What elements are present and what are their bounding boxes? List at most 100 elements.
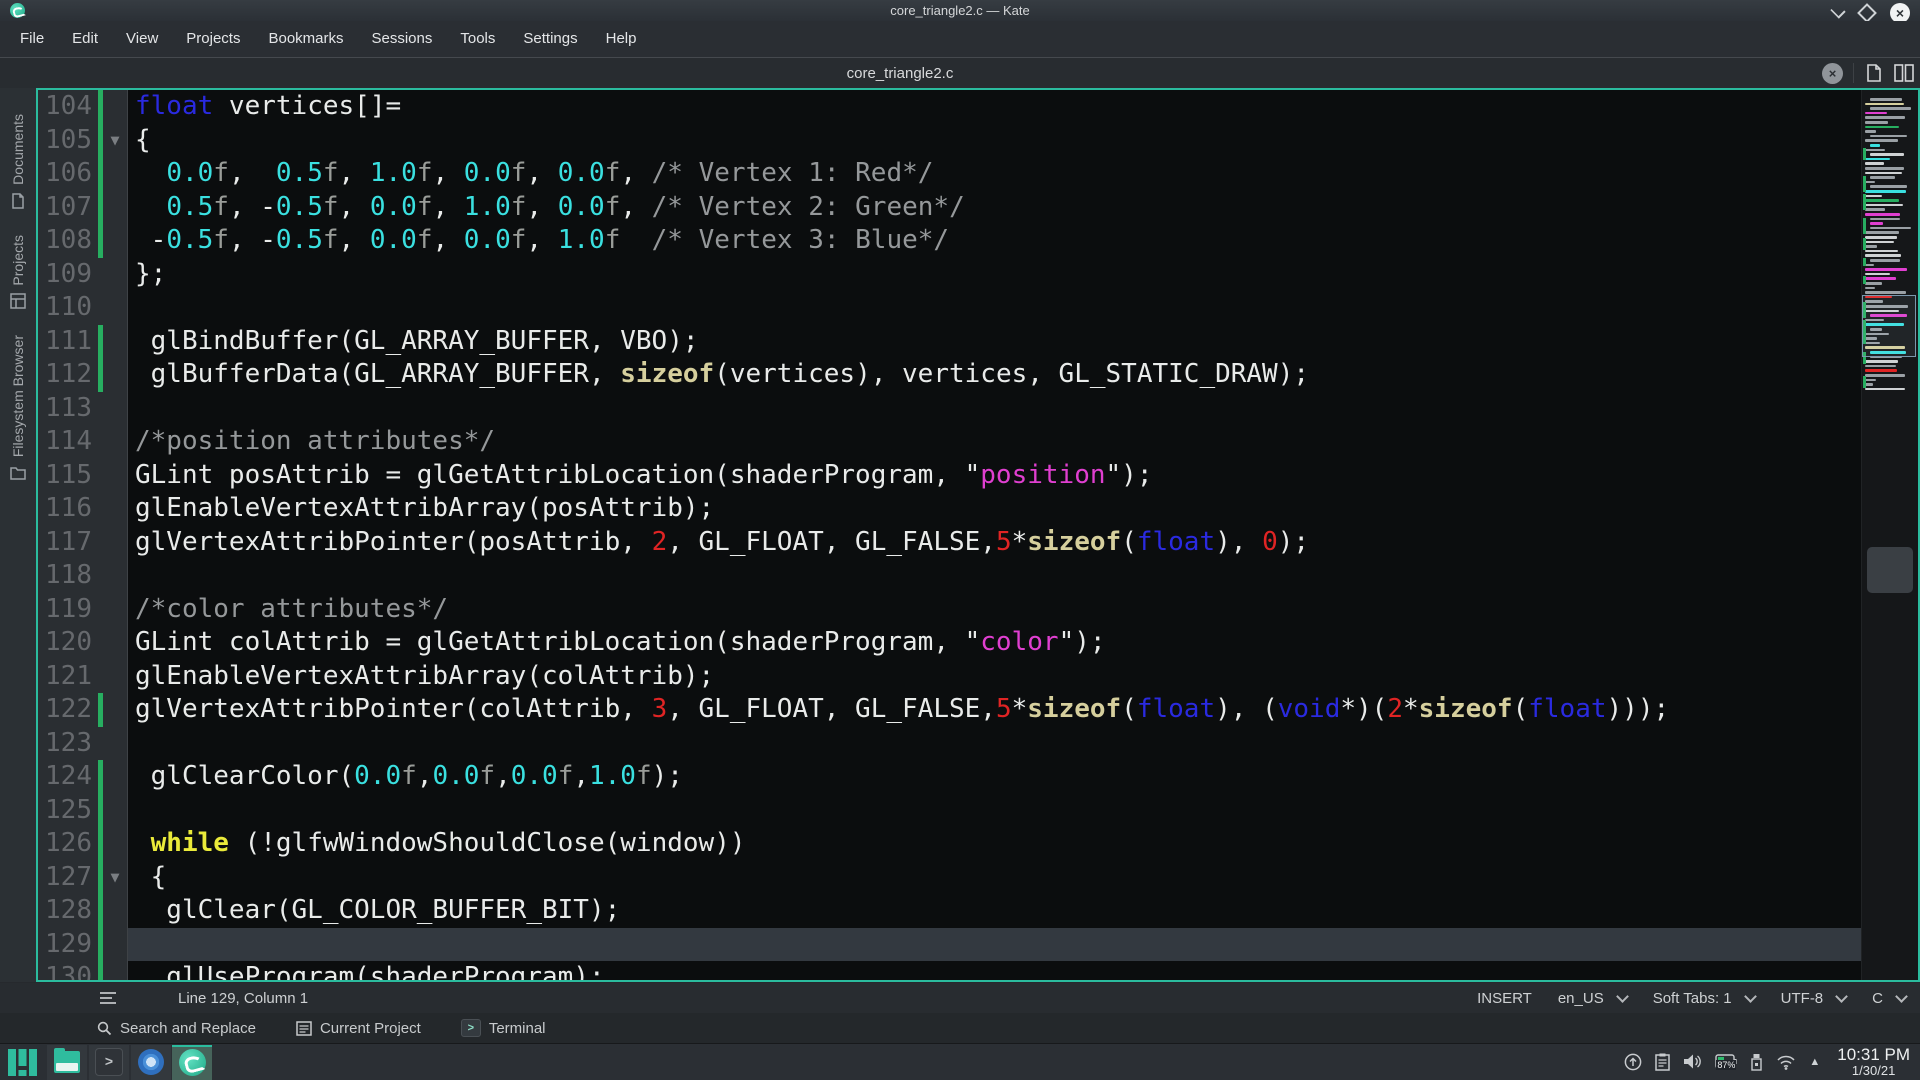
code-line[interactable]: 130 glUseProgram(shaderProgram); (38, 961, 1918, 982)
code-line[interactable]: 113 (38, 392, 1918, 426)
tray-expand-icon[interactable]: ▲ (1809, 1056, 1820, 1068)
menu-projects[interactable]: Projects (172, 21, 254, 57)
digital-clock[interactable]: 10:31 PM 1/30/21 (1837, 1046, 1910, 1077)
code-line[interactable]: 123 (38, 727, 1918, 761)
code-text[interactable]: glClear(GL_COLOR_BUFFER_BIT); (128, 894, 1918, 928)
clipboard-icon[interactable] (1655, 1053, 1670, 1071)
code-line[interactable]: 107 0.5f, -0.5f, 0.0f, 1.0f, 0.0f, /* Ve… (38, 191, 1918, 225)
code-text[interactable]: { (128, 861, 1918, 895)
code-text[interactable]: }; (128, 258, 1918, 292)
code-line[interactable]: 115GLint posAttrib = glGetAttribLocation… (38, 459, 1918, 493)
code-text[interactable]: { (128, 124, 1918, 158)
code-line[interactable]: 104float vertices[]= (38, 90, 1918, 124)
syntax-select[interactable]: C (1872, 990, 1906, 1007)
code-line[interactable]: 111 glBindBuffer(GL_ARRAY_BUFFER, VBO); (38, 325, 1918, 359)
menu-help[interactable]: Help (592, 21, 651, 57)
close-document-icon[interactable]: × (1822, 63, 1843, 84)
menu-bookmarks[interactable]: Bookmarks (254, 21, 357, 57)
code-line[interactable]: 128 glClear(GL_COLOR_BUFFER_BIT); (38, 894, 1918, 928)
code-line[interactable]: 110 (38, 291, 1918, 325)
fold-arrow-icon[interactable]: ▼ (103, 861, 127, 895)
tab-mode-select[interactable]: Soft Tabs: 1 (1653, 990, 1755, 1007)
code-line[interactable]: 109}; (38, 258, 1918, 292)
code-line[interactable]: 108 -0.5f, -0.5f, 0.0f, 0.0f, 1.0f /* Ve… (38, 224, 1918, 258)
menu-sessions[interactable]: Sessions (358, 21, 447, 57)
taskbar-chromium[interactable] (131, 1045, 171, 1080)
taskbar-terminal[interactable]: > (89, 1045, 129, 1080)
code-text[interactable] (128, 559, 1918, 593)
new-document-icon[interactable] (1864, 63, 1884, 83)
manjaro-menu-icon[interactable] (8, 1049, 38, 1076)
volume-icon[interactable] (1683, 1053, 1702, 1070)
code-line[interactable]: 116glEnableVertexAttribArray(posAttrib); (38, 492, 1918, 526)
code-text[interactable]: GLint colAttrib = glGetAttribLocation(sh… (128, 626, 1918, 660)
code-line[interactable]: 112 glBufferData(GL_ARRAY_BUFFER, sizeof… (38, 358, 1918, 392)
minimap-scrollbar[interactable] (1861, 90, 1918, 980)
code-line[interactable]: 124 glClearColor(0.0f,0.0f,0.0f,1.0f); (38, 760, 1918, 794)
code-text[interactable]: glEnableVertexAttribArray(colAttrib); (128, 660, 1918, 694)
code-text[interactable]: float vertices[]= (128, 90, 1918, 124)
code-text[interactable]: /*position attributes*/ (128, 425, 1918, 459)
menu-settings[interactable]: Settings (509, 21, 591, 57)
code-text[interactable] (128, 928, 1918, 962)
code-line[interactable]: 106 0.0f, 0.5f, 1.0f, 0.0f, 0.0f, /* Ver… (38, 157, 1918, 191)
code-line[interactable]: 122glVertexAttribPointer(colAttrib, 3, G… (38, 693, 1918, 727)
toolview-terminal[interactable]: > Terminal (461, 1019, 546, 1037)
menu-view[interactable]: View (112, 21, 172, 57)
taskbar-kate-active[interactable] (172, 1045, 212, 1080)
cursor-position[interactable]: Line 129, Column 1 (178, 990, 308, 1007)
window-titlebar[interactable]: core_triangle2.c — Kate × (0, 0, 1920, 21)
code-text[interactable]: 0.0f, 0.5f, 1.0f, 0.0f, 0.0f, /* Vertex … (128, 157, 1918, 191)
tab-document[interactable]: core_triangle2.c (0, 58, 1800, 88)
usb-device-icon[interactable] (1750, 1053, 1763, 1071)
code-line[interactable]: 126 while (!glfwWindowShouldClose(window… (38, 827, 1918, 861)
sidebar-item-filesystem-browser[interactable]: Filesystem Browser (10, 335, 26, 479)
menu-file[interactable]: File (6, 21, 58, 57)
code-line[interactable]: 120GLint colAttrib = glGetAttribLocation… (38, 626, 1918, 660)
code-text[interactable]: GLint posAttrib = glGetAttribLocation(sh… (128, 459, 1918, 493)
battery-icon[interactable]: 87% (1715, 1053, 1737, 1070)
code-text[interactable]: glBufferData(GL_ARRAY_BUFFER, sizeof(ver… (128, 358, 1918, 392)
taskbar-file-manager[interactable] (47, 1045, 87, 1080)
sidebar-item-projects[interactable]: Projects (10, 235, 26, 310)
code-text[interactable] (128, 291, 1918, 325)
menu-edit[interactable]: Edit (58, 21, 112, 57)
code-text[interactable]: while (!glfwWindowShouldClose(window)) (128, 827, 1918, 861)
minimize-icon[interactable] (1830, 3, 1845, 18)
code-text[interactable] (128, 794, 1918, 828)
code-text[interactable] (128, 392, 1918, 426)
code-text[interactable]: glBindBuffer(GL_ARRAY_BUFFER, VBO); (128, 325, 1918, 359)
sidebar-item-documents[interactable]: Documents (10, 114, 26, 209)
fold-arrow-icon[interactable]: ▼ (103, 124, 127, 158)
code-text[interactable]: /*color attributes*/ (128, 593, 1918, 627)
toolview-current-project[interactable]: Current Project (296, 1020, 421, 1037)
code-line[interactable]: 117glVertexAttribPointer(posAttrib, 2, G… (38, 526, 1918, 560)
code-line[interactable]: 127▼ { (38, 861, 1918, 895)
code-line[interactable]: 114/*position attributes*/ (38, 425, 1918, 459)
menu-tools[interactable]: Tools (446, 21, 509, 57)
code-line[interactable]: 125 (38, 794, 1918, 828)
code-text[interactable]: glClearColor(0.0f,0.0f,0.0f,1.0f); (128, 760, 1918, 794)
encoding-select[interactable]: UTF-8 (1781, 990, 1847, 1007)
word-count-icon[interactable] (100, 989, 116, 1007)
toolview-search-replace[interactable]: Search and Replace (97, 1020, 256, 1037)
code-line[interactable]: 121glEnableVertexAttribArray(colAttrib); (38, 660, 1918, 694)
close-window-icon[interactable]: × (1890, 3, 1910, 23)
code-line[interactable]: 118 (38, 559, 1918, 593)
minimap-viewport[interactable] (1862, 295, 1916, 357)
code-text[interactable]: -0.5f, -0.5f, 0.0f, 0.0f, 1.0f /* Vertex… (128, 224, 1918, 258)
code-line[interactable]: 105▼{ (38, 124, 1918, 158)
minimap-thumb[interactable] (1867, 547, 1913, 593)
code-text[interactable]: glEnableVertexAttribArray(posAttrib); (128, 492, 1918, 526)
code-line[interactable]: 119/*color attributes*/ (38, 593, 1918, 627)
dictionary-select[interactable]: en_US (1558, 990, 1627, 1007)
input-mode[interactable]: INSERT (1477, 990, 1532, 1007)
updates-icon[interactable] (1624, 1053, 1642, 1071)
code-text[interactable]: glUseProgram(shaderProgram); (128, 961, 1918, 982)
code-text[interactable]: glVertexAttribPointer(colAttrib, 3, GL_F… (128, 693, 1918, 727)
wifi-icon[interactable] (1776, 1054, 1796, 1070)
code-text[interactable] (128, 727, 1918, 761)
code-text[interactable]: 0.5f, -0.5f, 0.0f, 1.0f, 0.0f, /* Vertex… (128, 191, 1918, 225)
editor-view[interactable]: 104float vertices[]=105▼{106 0.0f, 0.5f,… (36, 88, 1920, 982)
code-text[interactable]: glVertexAttribPointer(posAttrib, 2, GL_F… (128, 526, 1918, 560)
